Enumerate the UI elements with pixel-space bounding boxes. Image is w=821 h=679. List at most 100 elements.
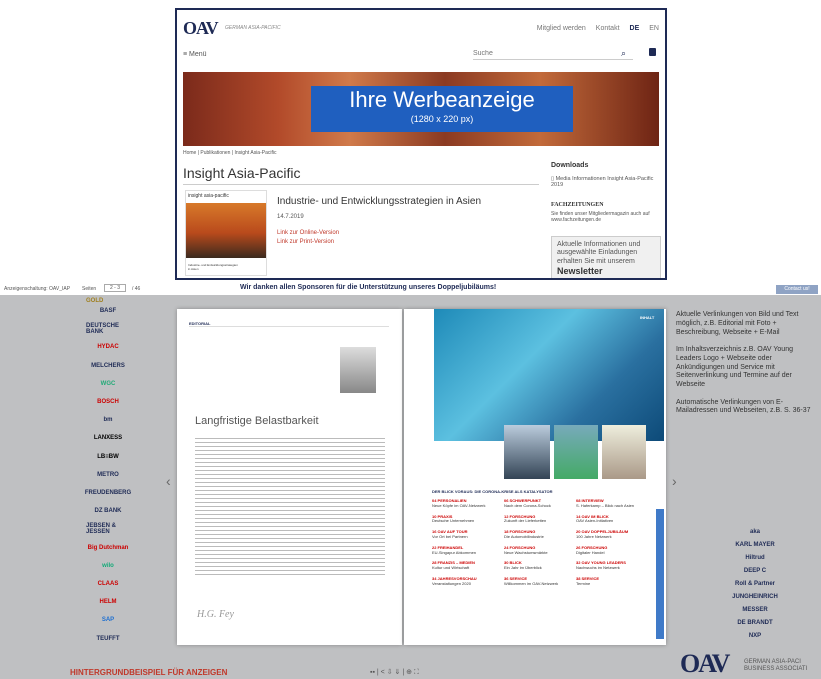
feature-notes: Aktuelle Verlinkungen von Bild und Text … bbox=[676, 311, 811, 415]
sponsor-logo[interactable]: wilo bbox=[86, 560, 130, 572]
sponsor-logo-right[interactable]: Roll & Partner bbox=[726, 579, 784, 589]
sponsor-logo[interactable]: HYDAC bbox=[86, 341, 130, 353]
menu-button[interactable]: ≡ Menü bbox=[183, 51, 207, 58]
newsletter-box[interactable]: Aktuelle Informationen und ausgewählte E… bbox=[551, 236, 661, 278]
menu-label: Menü bbox=[189, 51, 207, 58]
toc-item[interactable]: 14 OAV IM BLICK OAV Asien-Initiativen bbox=[576, 514, 642, 525]
sponsor-logo-right[interactable]: DE BRANDT bbox=[726, 618, 784, 628]
flipbook-viewer: Anzeigenschaltung: OAV_IAP Seiten 2 - 3 … bbox=[0, 283, 821, 679]
sponsor-logo[interactable]: HELM bbox=[86, 596, 130, 608]
editorial-portrait[interactable] bbox=[340, 347, 376, 393]
lang-de[interactable]: DE bbox=[630, 25, 640, 32]
toc-item[interactable]: 30 BLICK Ein Jahr im Überblick bbox=[504, 561, 570, 571]
editorial-title: Langfristige Belastbarkeit bbox=[195, 415, 319, 427]
viewer-controls[interactable]: ▪▪ | < ⇩ ⇓ | ⊕ ⛶ bbox=[370, 668, 419, 677]
sponsor-logo-right[interactable]: Hiltrud bbox=[726, 553, 784, 563]
toc-item[interactable]: 22 FREIHANDEL EU-Singapur Abkommen bbox=[432, 545, 498, 556]
signature: H.G. Fey bbox=[197, 609, 234, 620]
sponsor-logo-right[interactable]: aka bbox=[726, 527, 784, 537]
toc-item[interactable]: 10 PRAXIS Deutsche Unternehmen bbox=[432, 514, 498, 525]
toc-item[interactable]: 26 FORSCHUNG Digitaler Handel bbox=[576, 545, 642, 556]
online-version-link[interactable]: Link zur Online-Version bbox=[277, 230, 339, 236]
left-magazine-page: EDITORIAL Langfristige Belastbarkeit H.G… bbox=[177, 309, 402, 645]
portrait-photo[interactable] bbox=[504, 425, 550, 479]
search-icon[interactable]: ⌕ bbox=[621, 48, 626, 59]
toc-item[interactable]: 34 JAHRESVORSCHAU Veranstaltungen 2020 bbox=[432, 576, 498, 587]
page-tab bbox=[656, 509, 664, 639]
toc-item[interactable]: 38 SERVICE Termine bbox=[576, 576, 642, 587]
sponsor-logo-right[interactable]: JUNGHEINRICH bbox=[726, 592, 784, 602]
breadcrumb[interactable]: Home | Publikationen | Insight Asia-Paci… bbox=[183, 150, 276, 156]
sponsor-logo[interactable]: FREUDENBERG bbox=[85, 487, 131, 499]
toc-item[interactable]: 12 FORSCHUNG Zukunft der Lieferketten bbox=[504, 514, 570, 525]
toc-desc: Neue Köpfe im OAV-Netzwerk bbox=[432, 502, 486, 508]
sponsor-logo[interactable]: LANXESS bbox=[86, 432, 130, 444]
toc-item[interactable]: 24 FORSCHUNG Neue Wachstumsmärkte bbox=[504, 545, 570, 556]
page-number-input[interactable]: 2 - 3 bbox=[104, 284, 127, 292]
oav-logo[interactable]: OAV bbox=[183, 18, 219, 39]
ad-label: Anzeigenschaltung: OAV_IAP bbox=[4, 286, 71, 292]
contact-button[interactable]: Contact us! bbox=[776, 285, 818, 294]
sponsor-logo[interactable]: SAP bbox=[86, 614, 130, 626]
fachzeitungen-logo[interactable]: FACHZEITUNGEN bbox=[551, 202, 604, 208]
inhalt-label: INHALT bbox=[640, 315, 655, 320]
toc-item[interactable]: 04 PERSONALIEN Neue Köpfe im OAV-Netzwerk bbox=[432, 498, 498, 509]
event-photo[interactable] bbox=[602, 425, 646, 479]
toc-item[interactable]: 06 SCHWERPUNKT Nach dem Corona-Schock bbox=[504, 498, 570, 509]
sponsor-logo[interactable]: LB≡BW bbox=[86, 451, 130, 463]
sponsor-logo[interactable]: MELCHERS bbox=[86, 360, 130, 372]
brand-tagline: GERMAN ASIA-PACI BUSINESS ASSOCIATI bbox=[744, 659, 807, 672]
toc-desc: 100 Jahre Netzwerk bbox=[576, 533, 612, 539]
sponsor-logo-right[interactable]: DEEP C bbox=[726, 566, 784, 576]
sponsor-logo[interactable]: TEUFFT bbox=[86, 633, 130, 645]
next-page-arrow[interactable]: › bbox=[672, 473, 677, 489]
lab-photo[interactable] bbox=[554, 425, 598, 479]
nav-kontakt[interactable]: Kontakt bbox=[596, 25, 620, 32]
sponsor-logo[interactable]: DEUTSCHE BANK bbox=[86, 323, 130, 335]
sponsor-logo[interactable]: BASF bbox=[86, 305, 130, 317]
toc-item[interactable]: 28 FRANZIS – MEDIEN Kultur und Wirtschaft bbox=[432, 561, 498, 571]
nav-mitglied-werden[interactable]: Mitglied werden bbox=[537, 25, 586, 32]
download-item[interactable]: ▯ Media Informationen Insight Asia-Pacif… bbox=[551, 176, 661, 188]
ad-banner[interactable]: Ihre Werbeanzeige (1280 x 220 px) bbox=[183, 72, 659, 146]
brand-line-2: BUSINESS ASSOCIATI bbox=[744, 665, 808, 672]
sponsor-logo-right[interactable]: KARL MAYER bbox=[726, 540, 784, 550]
toc-desc: Vor Ort bei Partnern bbox=[432, 533, 468, 539]
prev-page-arrow[interactable]: ‹ bbox=[166, 473, 171, 489]
toc-desc: Deutsche Unternehmen bbox=[432, 518, 475, 524]
sponsor-logo[interactable]: JEBSEN & JESSEN bbox=[86, 523, 130, 535]
sponsor-logo[interactable]: CLAAS bbox=[86, 578, 130, 590]
toc-item[interactable]: 08 INTERVIEW S. Haferkamp – Blick nach As… bbox=[576, 498, 642, 509]
sponsor-logo[interactable]: BOSCH bbox=[86, 396, 130, 408]
sponsor-logo[interactable]: DZ BANK bbox=[86, 505, 130, 517]
downloads-title: Downloads bbox=[551, 162, 589, 169]
viewer-toolbar: Anzeigenschaltung: OAV_IAP Seiten 2 - 3 … bbox=[0, 283, 821, 295]
toc-desc: S. Haferkamp – Blick nach Asien bbox=[576, 502, 635, 508]
toc-desc: Neue Wachstumsmärkte bbox=[504, 549, 548, 555]
sponsor-logo-right[interactable]: NXP bbox=[726, 631, 784, 641]
sponsor-logo-right[interactable]: MESSER bbox=[726, 605, 784, 615]
search-input[interactable] bbox=[473, 48, 633, 60]
toc-desc: Willkommen im OAV-Netzwerk bbox=[504, 580, 559, 586]
sponsor-logo[interactable]: WGC bbox=[86, 378, 130, 390]
newsletter-text: Aktuelle Informationen und ausgewählte E… bbox=[557, 241, 641, 265]
cover-label: insight asia-pacific bbox=[188, 193, 229, 199]
sponsor-logo[interactable]: bm bbox=[86, 414, 130, 426]
toc-desc: EU-Singapur Abkommen bbox=[432, 549, 477, 555]
toc-item[interactable]: 32 OAV YOUNG LEADERS Nachwuchs im Netzwer… bbox=[576, 561, 642, 571]
hamburger-icon: ≡ bbox=[183, 51, 188, 58]
toc-item[interactable]: 16 OAV AUF TOUR Vor Ort bei Partnern bbox=[432, 529, 498, 540]
lock-icon[interactable] bbox=[649, 48, 656, 56]
toc-item[interactable]: 20 OAV DOPPELJUBILÄUM 100 Jahre Netzwerk bbox=[576, 529, 642, 540]
toc-desc: OAV Asien-Initiativen bbox=[576, 518, 614, 524]
magazine-cover[interactable]: insight asia-pacific Industrie- und Entw… bbox=[185, 190, 267, 276]
toc-item[interactable]: 18 FORSCHUNG Die Automobilindustrie bbox=[504, 529, 570, 540]
lang-en[interactable]: EN bbox=[649, 25, 659, 32]
cover-photo[interactable] bbox=[434, 309, 664, 441]
sponsor-logo[interactable]: Big Dutchman bbox=[86, 542, 130, 554]
toc-desc: Termine bbox=[576, 580, 591, 586]
sponsor-logo[interactable]: METRO bbox=[86, 469, 130, 481]
toc-item[interactable]: 36 SERVICE Willkommen im OAV-Netzwerk bbox=[504, 576, 570, 587]
article-title: Industrie- und Entwicklungsstrategien in… bbox=[277, 196, 482, 207]
print-version-link[interactable]: Link zur Print-Version bbox=[277, 239, 334, 245]
